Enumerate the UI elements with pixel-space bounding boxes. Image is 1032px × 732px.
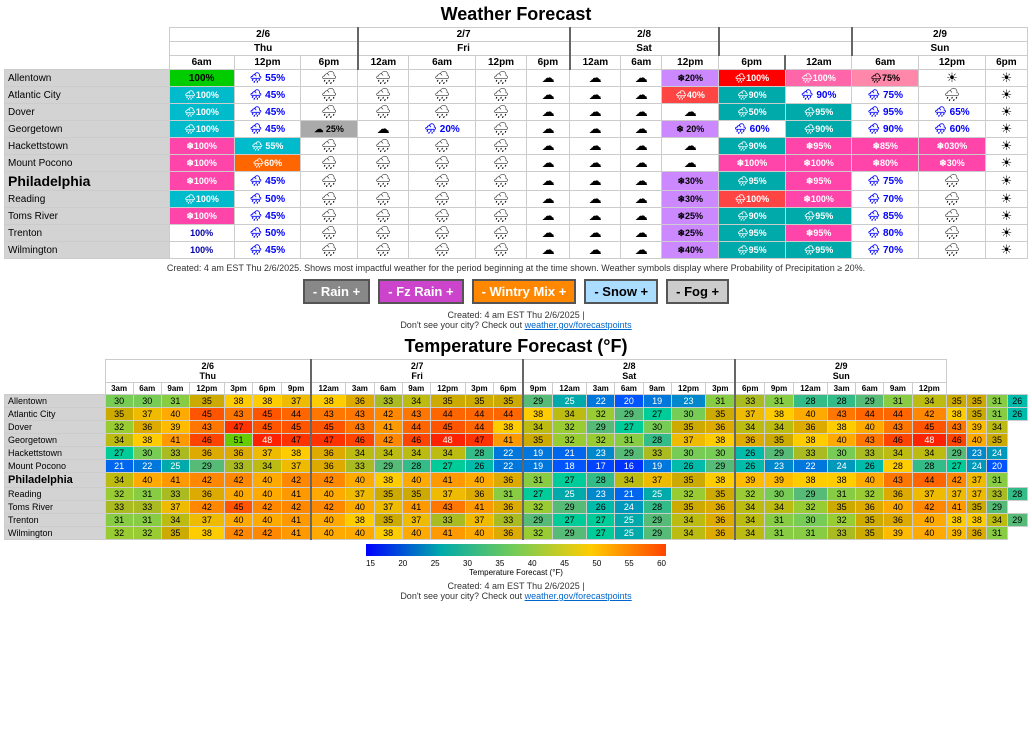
colorbar-container: 15 20 25 30 35 40 45 50 55 60 Temperatur…	[4, 544, 1028, 577]
table-row: Georgetown 🌧100% 🌧 45% ☁ 25% ☁ 🌧 20% 🌧 ☁…	[5, 121, 1028, 138]
precip-cell: 100%	[169, 70, 234, 87]
table-row: Trenton 100% 🌧 50% 🌧 🌧 🌧 🌧 ☁ ☁ ☁ ❄25% 🌧9…	[5, 225, 1028, 242]
precip-cell: 🌧 55%	[234, 70, 301, 87]
colorbar-labels: 15 20 25 30 35 40 45 50 55 60	[366, 559, 666, 568]
legend-row: - Rain + - Fz Rain + - Wintry Mix + - Sn…	[4, 279, 1028, 304]
temp-section: Temperature Forecast (°F) 2/6Thu 2/7Fri …	[4, 336, 1028, 601]
main-container: Weather Forecast 2/6 2/7 2/8 2/9 Thu Fri…	[0, 0, 1032, 607]
table-row: Hackettstown ❄100% 🌧 55% 🌧 🌧 🌧 🌧 ☁ ☁ ☁ ☁…	[5, 138, 1028, 155]
temp-table: 2/6Thu 2/7Fri 2/8Sat 2/9Sun 3am6am9am12p…	[4, 359, 1028, 540]
temp-title: Temperature Forecast (°F)	[4, 336, 1028, 357]
city-label: Allentown	[5, 70, 170, 87]
legend-fzrain: - Fz Rain +	[378, 279, 463, 304]
city-label: Philadelphia	[5, 172, 170, 191]
table-row: Allentown 100% 🌧 55% 🌧 🌧 🌧 🌧 ☁ ☁ ☁ ❄20% …	[5, 70, 1028, 87]
table-row: Philadelphia ❄100% 🌧 45% 🌧 🌧 🌧 🌧 ☁ ☁ ☁ ❄…	[5, 172, 1028, 191]
colorbar-title: Temperature Forecast (°F)	[4, 568, 1028, 577]
created-note: Created: 4 am EST Thu 2/6/2025 | Don't s…	[4, 310, 1028, 330]
city-label: Reading	[5, 191, 170, 208]
temperature-colorbar	[366, 544, 666, 556]
city-label: Toms River	[5, 208, 170, 225]
table-row: Mount Pocono ❄100% 🌧60% 🌧 🌧 🌧 🌧 ☁ ☁ ☁ ☁ …	[5, 155, 1028, 172]
city-label: Trenton	[5, 225, 170, 242]
table-row: Dover 🌧100% 🌧 45% 🌧 🌧 🌧 🌧 ☁ ☁ ☁ ☁ 🌧50% 🌧…	[5, 104, 1028, 121]
weather-title: Weather Forecast	[4, 4, 1028, 25]
weather-section: Weather Forecast 2/6 2/7 2/8 2/9 Thu Fri…	[4, 4, 1028, 330]
table-row: Mount Pocono 21222529333437 363329282726…	[5, 460, 1028, 473]
table-row: Atlantic City 35374045434544 43434243444…	[5, 408, 1028, 421]
city-label: Dover	[5, 104, 170, 121]
city-label: Wilmington	[5, 242, 170, 259]
table-row: Dover 32363943474545 45434144454438 3432…	[5, 421, 1028, 434]
table-row: Georgetown 34384146514847 47464246484741…	[5, 434, 1028, 447]
temp-created-note: Created: 4 am EST Thu 2/6/2025 | Don't s…	[4, 581, 1028, 601]
city-label: Atlantic City	[5, 87, 170, 104]
table-row: Allentown 30303135383837 38363334353535 …	[5, 395, 1028, 408]
table-row: Wilmington 32323538424241 40403840414036…	[5, 527, 1028, 540]
legend-fog: - Fog +	[666, 279, 729, 304]
city-label: Mount Pocono	[5, 155, 170, 172]
table-row: Reading 32313336404041 40373535373631 27…	[5, 488, 1028, 501]
table-row: Toms River 33333742454242 42403741434136…	[5, 501, 1028, 514]
legend-wintry: - Wintry Mix +	[472, 279, 577, 304]
weather-table: 2/6 2/7 2/8 2/9 Thu Fri Sat Sun 6am 12pm…	[4, 27, 1028, 259]
weather-note: Created: 4 am EST Thu 2/6/2025. Shows mo…	[4, 263, 1028, 273]
table-row: Toms River ❄100% 🌧 45% 🌧 🌧 🌧 🌧 ☁ ☁ ☁ ❄25…	[5, 208, 1028, 225]
legend-snow: - Snow +	[584, 279, 658, 304]
precip-cell: 🌧 45%	[234, 87, 301, 104]
table-row: Atlantic City 🌧100% 🌧 45% 🌧 🌧 🌧 🌧 ☁ ☁ ☁ …	[5, 87, 1028, 104]
table-row: Philadelphia 34404142424042 424038404140…	[5, 473, 1028, 488]
legend-rain: - Rain +	[303, 279, 370, 304]
table-row: Wilmington 100% 🌧 45% 🌧 🌧 🌧 🌧 ☁ ☁ ☁ ❄40%…	[5, 242, 1028, 259]
table-row: Reading 🌧100% 🌧 50% 🌧 🌧 🌧 🌧 ☁ ☁ ☁ ❄30% 🌧…	[5, 191, 1028, 208]
table-row: Hackettstown 27303336363738 363434343428…	[5, 447, 1028, 460]
table-row: Trenton 31313437404041 40383537333733 29…	[5, 514, 1028, 527]
city-label: Georgetown	[5, 121, 170, 138]
forecast-link[interactable]: weather.gov/forecastpoints	[525, 320, 632, 330]
temp-forecast-link[interactable]: weather.gov/forecastpoints	[525, 591, 632, 601]
city-label: Hackettstown	[5, 138, 170, 155]
